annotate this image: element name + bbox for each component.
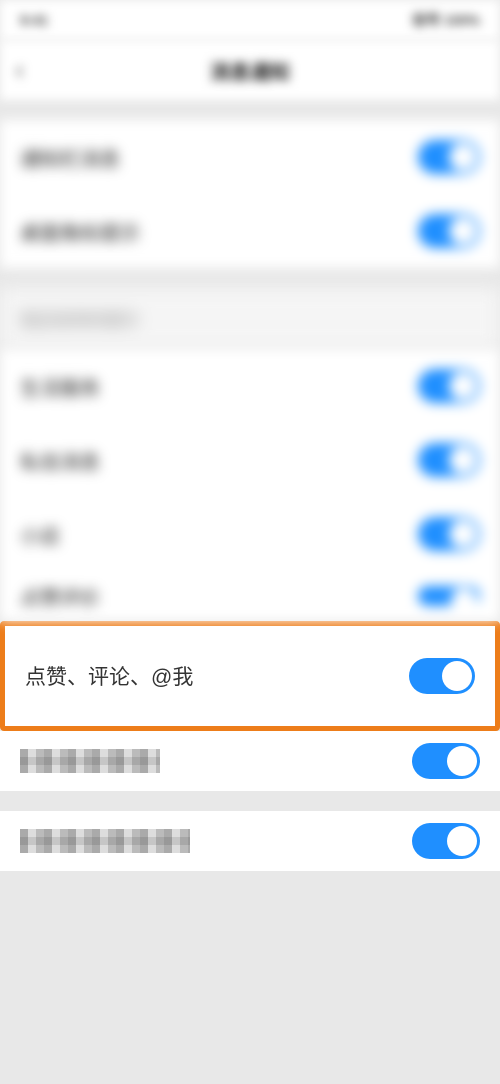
status-bar: 9:41 信号 100%	[0, 0, 500, 40]
toggle-switch[interactable]	[418, 140, 480, 174]
toggle-switch[interactable]	[418, 517, 480, 551]
setting-label: 通知栏消息	[20, 143, 120, 172]
bottom-padding	[0, 871, 500, 1071]
setting-label: 小店	[20, 520, 60, 549]
toggle-switch[interactable]	[418, 443, 480, 477]
toggle-switch[interactable]	[412, 823, 480, 859]
toggle-switch[interactable]	[412, 743, 480, 779]
setting-label: 桌面角标提示	[20, 217, 140, 246]
status-indicators: 信号 100%	[412, 10, 480, 30]
section-gap	[0, 100, 500, 120]
setting-row[interactable]: 小店	[0, 497, 500, 571]
censored-label	[20, 749, 160, 773]
setting-row-censored[interactable]	[0, 731, 500, 791]
toggle-switch[interactable]	[418, 369, 480, 403]
setting-label: 生活服务	[20, 372, 100, 401]
setting-label: 私信消息	[20, 446, 100, 475]
highlighted-setting: 点赞、评论、@我	[0, 621, 500, 731]
censored-label	[20, 829, 190, 853]
status-time: 9:41	[20, 12, 48, 28]
nav-header: ‹ 消息通知	[0, 40, 500, 100]
back-icon[interactable]: ‹	[15, 54, 24, 86]
setting-label: 点赞、评论、@我	[25, 661, 193, 691]
setting-row-badge[interactable]: 桌面角标提示	[0, 194, 500, 268]
toggle-switch[interactable]	[418, 214, 480, 248]
page-title: 消息通知	[0, 56, 500, 85]
setting-label: 点赞评价	[20, 582, 100, 611]
setting-row-likes-comments-mentions[interactable]: 点赞、评论、@我	[5, 626, 495, 726]
section-gap	[0, 791, 500, 811]
settings-section-2: 生活服务 私信消息 小店 点赞评价	[0, 349, 500, 621]
toggle-switch[interactable]	[409, 658, 475, 694]
setting-row[interactable]: 点赞评价	[0, 571, 500, 621]
setting-row-notification[interactable]: 通知栏消息	[0, 120, 500, 194]
settings-section-1: 通知栏消息 桌面角标提示	[0, 120, 500, 268]
section-header: 我还收到的提示	[0, 288, 500, 349]
toggle-switch[interactable]	[418, 586, 480, 606]
setting-row-censored[interactable]	[0, 811, 500, 871]
setting-row[interactable]: 私信消息	[0, 423, 500, 497]
setting-row[interactable]: 生活服务	[0, 349, 500, 423]
section-gap	[0, 268, 500, 288]
